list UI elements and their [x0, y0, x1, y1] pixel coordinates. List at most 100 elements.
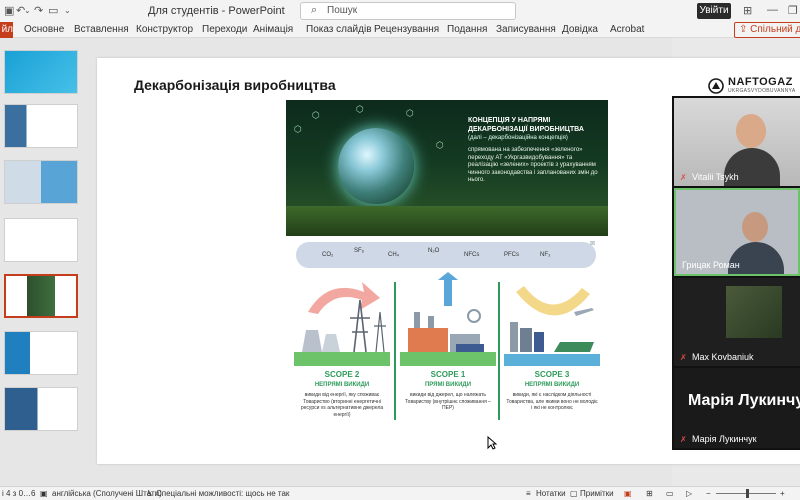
tab-transitions[interactable]: Переходи [202, 24, 247, 35]
sign-in-button[interactable]: Увійти [697, 3, 731, 19]
video-call-panel: ✗ Vitalii Tsykh Грицак Роман ✗ Max Kovba… [672, 96, 800, 450]
tab-design[interactable]: Конструктор [136, 24, 193, 35]
scope-2-title: SCOPE 2 [324, 370, 360, 379]
concept-title: КОНЦЕПЦІЯ У НАПРЯМІ ДЕКАРБОНІЗАЦІЇ ВИРОБ… [468, 117, 584, 133]
tab-record[interactable]: Записування [496, 24, 556, 35]
slide-thumbnail[interactable] [4, 104, 78, 148]
participant-name: Max Kovbaniuk [692, 352, 754, 362]
slide-thumbnail[interactable] [4, 331, 78, 375]
scope-1-title: SCOPE 1 [430, 370, 466, 379]
restore-icon[interactable]: ❐ [788, 4, 798, 17]
factory-hex-icon: ⬡ [312, 110, 320, 120]
scope-1-type: ПРЯМІ ВИКИДИ [424, 382, 472, 388]
comments-icon[interactable]: ▢ [570, 489, 578, 498]
redo-icon[interactable]: ↷ [34, 4, 43, 17]
naftogaz-emblem-icon [708, 78, 724, 94]
slide-thumbnail[interactable] [4, 50, 78, 94]
scope-1-column: SCOPE 1 ПРЯМІ ВИКИДИ викиди від джерел, … [396, 272, 500, 430]
slide-thumbnail[interactable] [4, 387, 78, 431]
slide-thumbnail[interactable] [4, 160, 78, 204]
concept-body: спрямована на забезпечення «зеленого» пе… [468, 147, 598, 183]
participant-body [728, 242, 784, 274]
undo-dropdown-icon[interactable]: ⌄ [24, 6, 31, 15]
share-icon: ⇪ [739, 24, 748, 35]
title-bar: ▣ ↶ ⌄ ↷ ▭ ⌄ Для студентів - PowerPoint ⌕… [0, 0, 800, 22]
gas-label: NF₃ [540, 252, 551, 258]
logo-subtitle: UKRGASVYDOBUVANNYA [728, 88, 796, 94]
participant-tile[interactable]: ✗ Max Kovbaniuk [674, 278, 800, 366]
minimize-icon[interactable]: — [767, 4, 778, 16]
participant-face [742, 212, 768, 242]
slide-sorter-icon[interactable]: ⊞ [646, 489, 653, 498]
water-hex-icon: ⬡ [436, 140, 444, 150]
scope-2-type: НЕПРЯМІ ВИКИДИ [314, 382, 370, 388]
slideshow-icon[interactable]: ▷ [686, 489, 692, 498]
scope-2-column: SCOPE 2 НЕПРЯМІ ВИКИДИ викиди від енергі… [290, 272, 394, 430]
recycle-hex-icon: ⬡ [406, 108, 414, 118]
slide-thumbnail-selected[interactable] [4, 274, 78, 318]
leaf-hex-icon: ⬡ [294, 124, 302, 134]
tab-insert[interactable]: Вставлення [74, 24, 129, 35]
tab-slideshow[interactable]: Показ слайдів [306, 24, 372, 35]
status-bar: і 4 з 0…6 ▣ англійська (Сполучені Штати)… [0, 486, 800, 500]
tab-view[interactable]: Подання [447, 24, 487, 35]
gas-label: N₂O [428, 248, 440, 254]
scope-3-description: викиди, які є наслідком діяльності Товар… [506, 392, 598, 412]
scope-3-column: SCOPE 3 НЕПРЯМІ ВИКИДИ викиди, які є нас… [500, 272, 604, 430]
zoom-slider-thumb[interactable] [746, 489, 749, 498]
scope-2-description: викиди від енергії, яку споживає Товарис… [300, 392, 384, 418]
share-button[interactable]: ⇪ Спільний дос [734, 22, 800, 38]
share-label: Спільний дос [750, 24, 800, 35]
gas-label: CH₄ [388, 252, 400, 258]
slide-thumbnails-pane[interactable] [0, 38, 86, 486]
ribbon-options-icon[interactable]: ⊞ [743, 4, 752, 17]
participant-tile[interactable]: ✗ Vitalii Tsykh [674, 98, 800, 186]
gas-label: NFCs [464, 252, 480, 258]
present-icon[interactable]: ▭ [48, 4, 58, 17]
spelling-icon[interactable]: ▣ [40, 489, 48, 498]
mouse-cursor-icon [487, 436, 497, 450]
zoom-in-icon[interactable]: + [780, 489, 785, 498]
energy-hex-icon: ⬡ [356, 104, 364, 114]
tab-acrobat[interactable]: Acrobat [610, 24, 644, 35]
gas-label: CO₂ [322, 252, 334, 258]
scope-3-title: SCOPE 3 [534, 370, 570, 379]
gas-label: SF₆ [354, 248, 365, 254]
participant-tile[interactable]: Марія Лукинчу ✗ Марія Лукинчук [674, 368, 800, 448]
ribbon-tabs: йл Основне Вставлення Конструктор Перехо… [0, 22, 800, 38]
glass-globe-image [338, 128, 414, 204]
close-small-icon: ⊠ [590, 241, 596, 247]
tab-animations[interactable]: Анімація [253, 24, 293, 35]
tab-help[interactable]: Довідка [562, 24, 598, 35]
normal-view-icon[interactable]: ▣ [624, 489, 632, 498]
gas-cloud [296, 242, 596, 268]
notes-icon[interactable]: ≡ [526, 489, 531, 498]
search-icon: ⌕ [311, 4, 318, 16]
search-placeholder: Пошук [327, 5, 358, 16]
zoom-out-icon[interactable]: − [706, 489, 711, 498]
logo-word: NAFTOGAZ [728, 76, 793, 88]
comments-button[interactable]: Примітки [580, 489, 614, 498]
slide-title[interactable]: Декарбонізація виробництва [134, 77, 336, 93]
tab-review[interactable]: Рецензування [374, 24, 439, 35]
search-input[interactable]: ⌕ Пошук [300, 2, 516, 20]
tab-home[interactable]: Основне [24, 24, 64, 35]
transport-illustration [504, 286, 600, 366]
accessibility-status[interactable]: Спеціальні можливості: щось не так [156, 489, 289, 498]
participant-name: Грицак Роман [682, 260, 740, 270]
notes-button[interactable]: Нотатки [536, 489, 566, 498]
accessibility-icon[interactable]: ♿ [146, 489, 153, 498]
customize-icon[interactable]: ⌄ [64, 6, 71, 15]
slide-thumbnail[interactable] [4, 218, 78, 262]
concept-banner: ⬡ ⬡ ⬡ ⬡ ⬡ КОНЦЕПЦІЯ У НАПРЯМІ ДЕКАРБОНІЗ… [286, 100, 608, 236]
participant-name: Vitalii Tsykh [692, 172, 739, 182]
autosave-icon[interactable]: ▣ [4, 4, 14, 17]
concept-subtitle: (далі – декарбонізаційна концепція) [468, 135, 568, 141]
mic-muted-icon: ✗ [680, 353, 687, 362]
tab-file[interactable]: йл [0, 22, 13, 38]
gas-label: PFCs [504, 252, 519, 258]
concept-text-block: КОНЦЕПЦІЯ У НАПРЯМІ ДЕКАРБОНІЗАЦІЇ ВИРОБ… [468, 116, 600, 185]
participant-tile-active[interactable]: Грицак Роман [674, 188, 800, 276]
power-plant-illustration [294, 282, 390, 366]
reading-view-icon[interactable]: ▭ [666, 489, 674, 498]
